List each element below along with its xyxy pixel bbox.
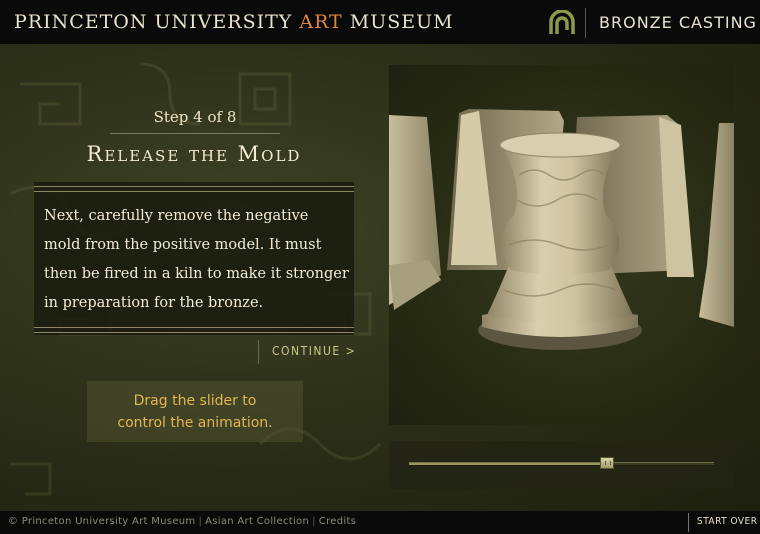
footer-divider: |: [198, 516, 203, 527]
main-stage: Step 4 of 8 Release the Mold Next, caref…: [0, 44, 760, 511]
mold-animation-image: [389, 109, 734, 350]
header-divider: [585, 8, 586, 38]
step-divider: [110, 133, 280, 134]
step-indicator: Step 4 of 8: [153, 108, 237, 126]
copyright-text: © Princeton University Art Museum: [8, 516, 196, 527]
slider-panel: [389, 441, 734, 489]
animation-viewport: [389, 65, 734, 425]
start-over-button[interactable]: START OVER: [697, 516, 757, 527]
animation-slider-track[interactable]: [409, 457, 714, 469]
brand-name-part2: MUSEUM: [342, 11, 454, 33]
grip-icon: [605, 461, 612, 465]
continue-button[interactable]: CONTINUE >: [258, 340, 358, 364]
asian-art-collection-link[interactable]: Asian Art Collection: [205, 516, 309, 527]
spiral-logo-icon: [549, 10, 575, 34]
slider-hint: Drag the slider to control the animation…: [87, 381, 303, 442]
credits-link[interactable]: Credits: [319, 516, 356, 527]
step-title: Release the Mold: [86, 142, 302, 166]
description-rule-bottom: [34, 327, 354, 333]
slider-hint-line2: control the animation.: [117, 415, 273, 431]
description-box: Next, carefully remove the negative mold…: [34, 182, 354, 335]
footer-divider: |: [312, 516, 316, 527]
slider-hint-line1: Drag the slider to: [133, 393, 257, 409]
footer-bar: © Princeton University Art Museum | Asian …: [0, 511, 760, 534]
header-bar: PRINCETON UNIVERSITY ART MUSEUM BRONZE C…: [0, 0, 760, 44]
section-title: BRONZE CASTING: [599, 13, 757, 32]
museum-brand[interactable]: PRINCETON UNIVERSITY ART MUSEUM: [14, 11, 454, 33]
brand-name-accent: ART: [299, 11, 343, 33]
description-rule-top: [34, 186, 354, 192]
animation-slider-handle[interactable]: [600, 457, 615, 469]
footer-links: © Princeton University Art Museum | Asian …: [8, 516, 356, 527]
start-over-divider: [688, 513, 689, 532]
step-description: Next, carefully remove the negative mold…: [44, 208, 349, 311]
brand-name-part1: PRINCETON UNIVERSITY: [14, 11, 300, 33]
animation-slider-fill: [409, 463, 608, 465]
